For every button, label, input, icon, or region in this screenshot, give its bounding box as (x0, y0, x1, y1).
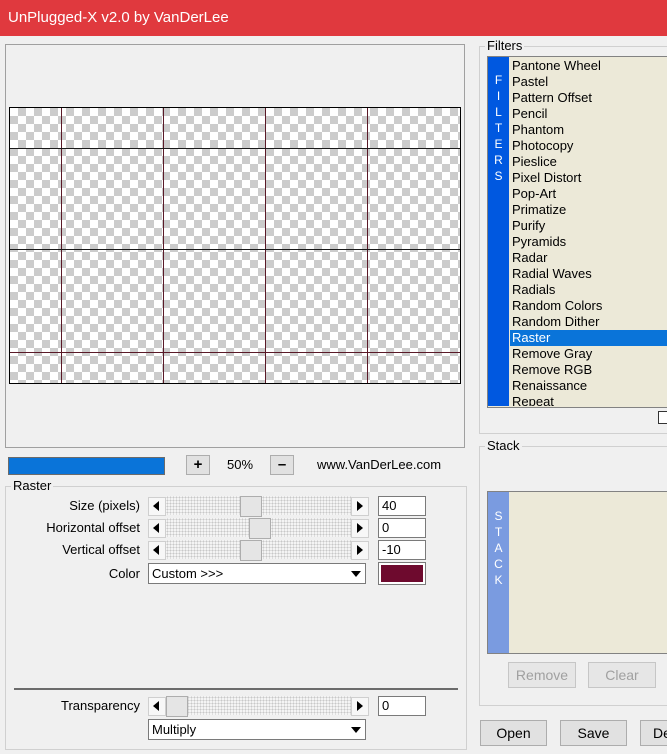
filter-item[interactable]: Radials (510, 282, 667, 298)
transparency-slider[interactable] (148, 696, 369, 717)
slider-thumb[interactable] (240, 496, 263, 517)
color-swatch-fill (381, 565, 423, 582)
arrow-right-icon[interactable] (351, 697, 369, 716)
vertical-offset-input[interactable]: -10 (378, 540, 426, 560)
zoom-out-button[interactable]: – (270, 455, 294, 475)
filter-item[interactable]: Phantom (510, 122, 667, 138)
stack-sidebar-letter: T (494, 525, 503, 539)
slider-thumb[interactable] (166, 696, 188, 717)
transparency-input[interactable]: 0 (378, 696, 426, 716)
arrow-right-icon[interactable] (351, 497, 369, 516)
filter-item[interactable]: Pyramids (510, 234, 667, 250)
filter-item[interactable]: Photocopy (510, 138, 667, 154)
filter-item[interactable]: Pastel (510, 74, 667, 90)
arrow-left-icon[interactable] (148, 497, 166, 516)
filters-sidebar-letter: I (496, 89, 501, 103)
filter-item[interactable]: Pop-Art (510, 186, 667, 202)
slider-thumb[interactable] (248, 518, 271, 539)
color-swatch[interactable] (378, 562, 426, 585)
size-input[interactable]: 40 (378, 496, 426, 516)
arrow-left-icon[interactable] (148, 541, 166, 560)
filter-item[interactable]: Radial Waves (510, 266, 667, 282)
chevron-down-icon[interactable] (347, 721, 364, 738)
color-preset-dropdown[interactable]: Custom >>> (148, 563, 366, 584)
filter-item[interactable]: Pantone Wheel (510, 58, 667, 74)
filters-sidebar-letter: T (494, 121, 503, 135)
filter-item[interactable]: Remove Gray (510, 346, 667, 362)
remove-button[interactable]: Remove (508, 662, 576, 688)
horizontal-offset-slider[interactable] (148, 518, 369, 539)
arrow-left-icon[interactable] (148, 697, 166, 716)
filters-sidebar-letter: L (495, 105, 502, 119)
color-label: Color (108, 566, 140, 581)
blend-mode-dropdown[interactable]: Multiply (148, 719, 366, 740)
stack-list[interactable] (487, 491, 667, 654)
chevron-down-icon[interactable] (347, 565, 364, 582)
progress-fill (9, 458, 164, 474)
vertical-offset-label: Vertical offset (62, 542, 140, 557)
preview-image[interactable] (9, 107, 461, 384)
stack-sidebar-letter: S (494, 509, 503, 523)
horizontal-offset-input[interactable]: 0 (378, 518, 426, 538)
filter-item[interactable]: Radar (510, 250, 667, 266)
size-slider[interactable] (148, 496, 369, 517)
filters-sidebar-letter: S (494, 169, 503, 183)
filter-item[interactable]: Pencil (510, 106, 667, 122)
zoom-in-button[interactable]: + (186, 455, 210, 475)
size-label: Size (pixels) (69, 498, 140, 513)
progress-bar (8, 457, 165, 475)
stack-sidebar-letter: C (494, 557, 503, 571)
filters-sidebar-letter: F (494, 73, 503, 87)
raster-group-label: Raster (11, 478, 54, 493)
default-button[interactable]: De (640, 720, 667, 746)
stack-sidebar-letter: K (494, 573, 503, 587)
horizontal-offset-label: Horizontal offset (46, 520, 140, 535)
color-preset-value: Custom >>> (152, 566, 224, 581)
filter-item[interactable]: Pieslice (510, 154, 667, 170)
transparency-label: Transparency (61, 698, 140, 713)
website-link[interactable]: www.VanDerLee.com (317, 457, 441, 472)
filter-item[interactable]: Pattern Offset (510, 90, 667, 106)
window-title: UnPlugged-X v2.0 by VanDerLee (8, 9, 229, 26)
filter-item[interactable]: Raster (510, 330, 667, 346)
filter-item[interactable]: Repeat (510, 394, 667, 406)
divider (14, 688, 458, 690)
clear-button[interactable]: Clear (588, 662, 656, 688)
filters-sidebar-letter: R (494, 153, 503, 167)
filters-checkbox[interactable] (658, 411, 667, 424)
filters-sidebar-letter: E (494, 137, 503, 151)
save-button[interactable]: Save (560, 720, 627, 746)
filter-item[interactable]: Renaissance (510, 378, 667, 394)
open-button[interactable]: Open (480, 720, 547, 746)
arrow-right-icon[interactable] (351, 541, 369, 560)
slider-thumb[interactable] (240, 540, 263, 561)
arrow-left-icon[interactable] (148, 519, 166, 538)
vertical-offset-slider[interactable] (148, 540, 369, 561)
filter-item[interactable]: Purify (510, 218, 667, 234)
arrow-right-icon[interactable] (351, 519, 369, 538)
filter-item[interactable]: Random Colors (510, 298, 667, 314)
filter-item[interactable]: Random Dither (510, 314, 667, 330)
zoom-level: 50% (226, 457, 254, 472)
filter-item[interactable]: Primatize (510, 202, 667, 218)
filter-item[interactable]: Pixel Distort (510, 170, 667, 186)
filters-group-label: Filters (485, 38, 525, 53)
stack-group-label: Stack (485, 438, 522, 453)
stack-sidebar-letter: A (494, 541, 503, 555)
blend-mode-value: Multiply (152, 722, 197, 737)
filter-item[interactable]: Remove RGB (510, 362, 667, 378)
